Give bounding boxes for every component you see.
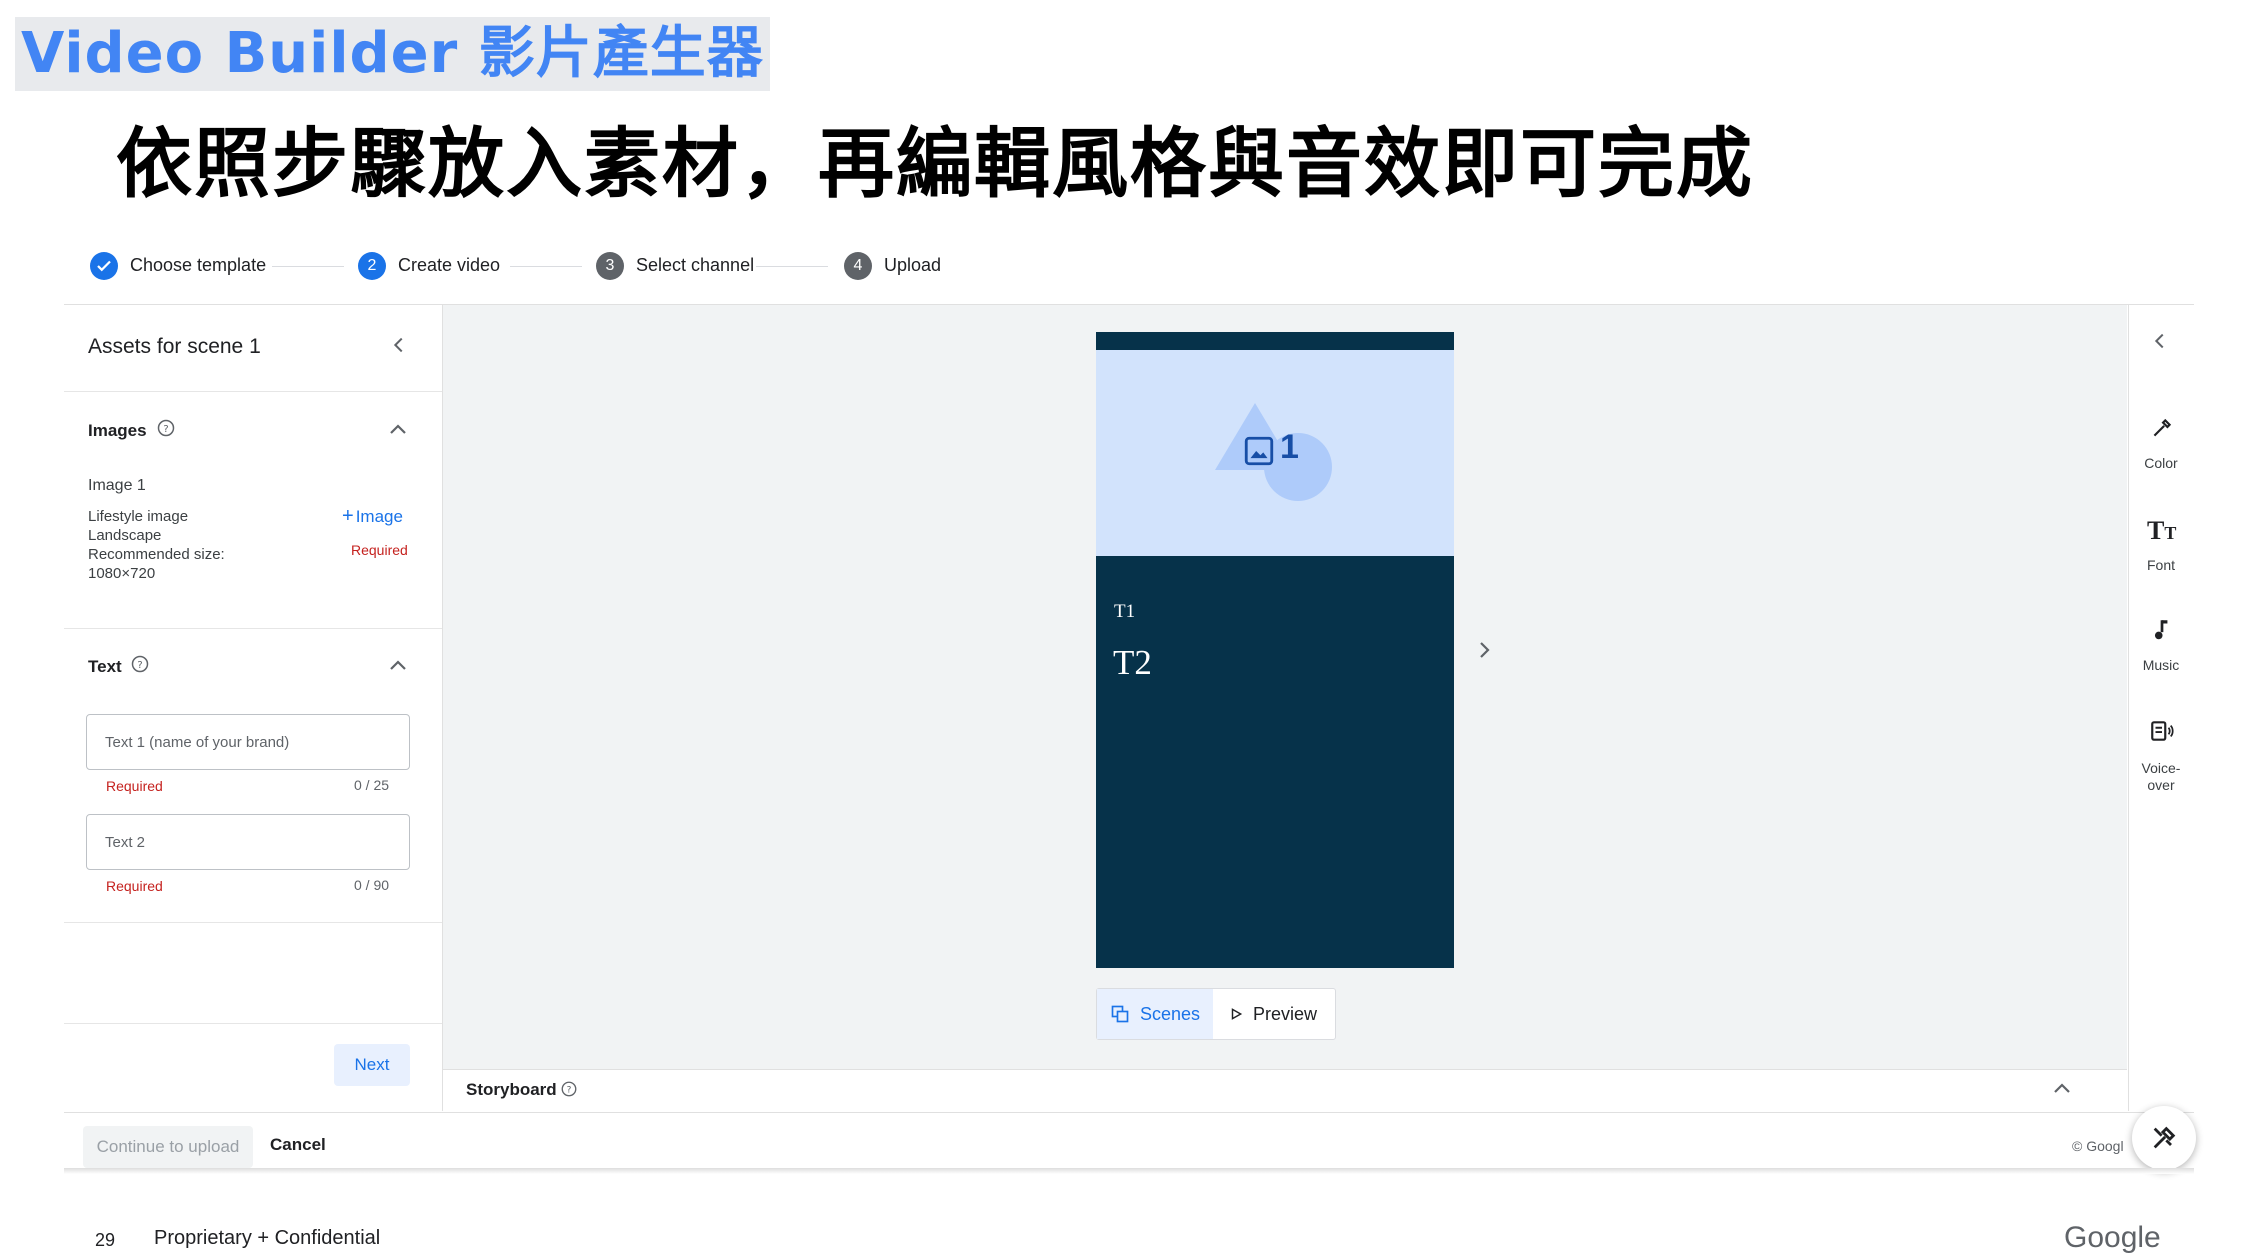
- music-note-icon[interactable]: [2149, 617, 2175, 648]
- text-2-counter: 0 / 90: [354, 877, 390, 893]
- text-2-required: Required: [106, 878, 163, 894]
- tab-scenes[interactable]: Scenes: [1097, 989, 1213, 1039]
- step-connector: [510, 266, 582, 267]
- next-scene-icon[interactable]: [1472, 638, 1496, 667]
- chevron-up-icon[interactable]: [386, 654, 410, 683]
- rail-font-label[interactable]: Font: [2128, 557, 2194, 573]
- step-3-number: 3: [596, 252, 624, 280]
- images-heading: Images: [88, 421, 147, 440]
- play-icon: [1229, 1007, 1243, 1021]
- add-image-button[interactable]: + Image: [342, 505, 403, 528]
- svg-text:?: ?: [567, 1085, 572, 1095]
- image-required: Required: [351, 542, 408, 558]
- image-detail: Lifestyle image: [88, 508, 189, 525]
- image-icon: [1242, 434, 1276, 473]
- tools-fab[interactable]: [2132, 1106, 2196, 1170]
- divider: [64, 391, 442, 392]
- storyboard-bar: [443, 1069, 2127, 1112]
- image-detail: Recommended size:: [88, 546, 225, 563]
- rail-music-label[interactable]: Music: [2128, 657, 2194, 673]
- text-1-counter: 0 / 25: [354, 777, 390, 793]
- step-connector: [272, 266, 344, 267]
- rail-voiceover-label-2[interactable]: over: [2128, 777, 2194, 793]
- image-detail: 1080×720: [88, 565, 156, 582]
- slide-tag: Video Builder 影片產生器: [15, 17, 770, 91]
- app-shadow: [64, 1168, 2194, 1174]
- next-button[interactable]: Next: [334, 1044, 410, 1086]
- google-logo: Google: [2064, 1221, 2161, 1254]
- step-connector: [756, 266, 828, 267]
- text-1-input[interactable]: Text 1 (name of your brand): [86, 714, 410, 770]
- help-icon[interactable]: ?: [560, 1080, 578, 1103]
- help-icon[interactable]: ?: [156, 418, 176, 443]
- chevron-up-icon[interactable]: [386, 418, 410, 447]
- step-4-number: 4: [844, 252, 872, 280]
- tab-scenes-label: Scenes: [1139, 1003, 1201, 1024]
- step-4-label[interactable]: Upload: [884, 255, 941, 276]
- page-number: 29: [95, 1230, 116, 1250]
- step-2-number: 2: [358, 252, 386, 280]
- preview-text-2: T2: [1113, 643, 1152, 682]
- slide-headline: 依照步驟放入素材，再編輯風格與音效即可完成: [116, 119, 1754, 208]
- image-1-title: Image 1: [88, 477, 146, 494]
- copyright: © Googl: [2072, 1138, 2124, 1154]
- collapse-rail-icon[interactable]: [2149, 330, 2171, 357]
- divider: [64, 628, 442, 629]
- rail-color-label[interactable]: Color: [2128, 455, 2194, 471]
- image-slot-number: 1: [1280, 428, 1299, 466]
- voiceover-icon[interactable]: [2149, 718, 2175, 749]
- help-icon[interactable]: ?: [130, 654, 150, 679]
- step-3-label[interactable]: Select channel: [636, 255, 754, 276]
- eyedropper-icon[interactable]: [2149, 415, 2175, 446]
- text-heading: Text: [88, 657, 122, 676]
- step-2-label[interactable]: Create video: [398, 255, 500, 276]
- divider: [64, 922, 442, 923]
- scenes-icon: [1110, 1004, 1130, 1024]
- cancel-button[interactable]: Cancel: [270, 1135, 326, 1155]
- preview-text-1: T1: [1114, 601, 1136, 622]
- confidential-label: Proprietary + Confidential: [154, 1227, 381, 1249]
- svg-text:?: ?: [163, 424, 168, 435]
- storyboard-label: Storyboard: [466, 1080, 557, 1099]
- expand-storyboard-icon[interactable]: [2050, 1077, 2074, 1106]
- plus-icon: +: [342, 505, 354, 527]
- tab-preview-label: Preview: [1252, 1003, 1318, 1024]
- tools-icon: [2150, 1124, 2178, 1152]
- step-1-check-icon: [90, 252, 118, 280]
- assets-panel-title: Assets for scene 1: [88, 335, 261, 358]
- tab-preview[interactable]: Preview: [1214, 989, 1332, 1039]
- rail-voiceover-label-1[interactable]: Voice-: [2128, 760, 2194, 776]
- collapse-panel-icon[interactable]: [388, 334, 410, 361]
- text-size-icon[interactable]: TT: [2147, 516, 2176, 546]
- text-1-required: Required: [106, 778, 163, 794]
- image-detail: Landscape: [88, 527, 162, 544]
- step-1-label[interactable]: Choose template: [130, 255, 266, 276]
- svg-text:?: ?: [137, 660, 142, 671]
- text-2-input[interactable]: Text 2: [86, 814, 410, 870]
- add-image-label: Image: [355, 506, 403, 526]
- action-bar: [64, 1112, 2194, 1171]
- continue-to-upload-button[interactable]: Continue to upload: [83, 1126, 253, 1168]
- divider: [64, 1023, 442, 1024]
